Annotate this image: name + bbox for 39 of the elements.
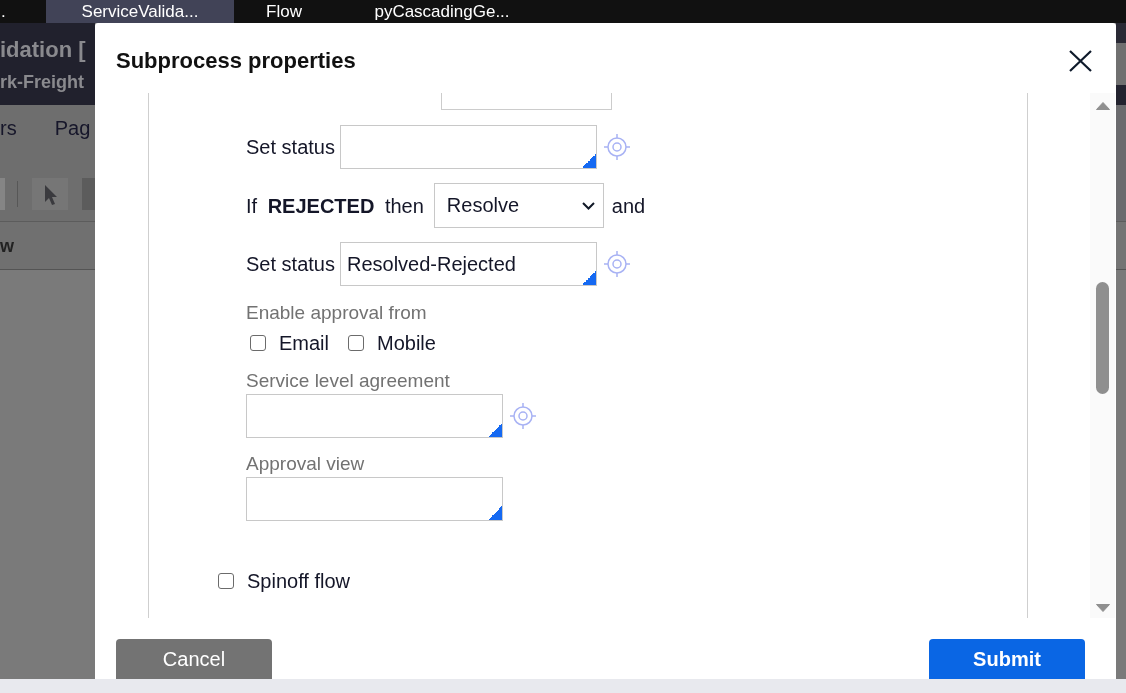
text-field[interactable]: Resolved-Rejected (339, 242, 597, 286)
checkbox[interactable] (250, 335, 266, 351)
group-label: Enable approval from (246, 301, 427, 325)
field-label: Approval view (246, 452, 365, 476)
checkbox-label[interactable]: Spinoff flow (247, 569, 351, 593)
submit-button[interactable]: Submit (929, 639, 1085, 679)
close-button[interactable] (1069, 50, 1092, 72)
down-arrow-icon[interactable] (1095, 604, 1110, 612)
up-arrow-icon[interactable] (1095, 102, 1110, 110)
checkbox-label[interactable]: Email (279, 331, 329, 355)
target-icon[interactable] (603, 251, 630, 277)
tab[interactable]: . (0, 0, 46, 23)
text-field[interactable] (339, 125, 597, 169)
field-label: If REJECTED then (246, 193, 424, 218)
tab[interactable]: ServiceValida... (46, 0, 234, 23)
text-field[interactable] (246, 394, 503, 438)
chevron-down-icon (581, 201, 595, 210)
dropdown[interactable]: Resolve (433, 183, 604, 228)
checkbox-label[interactable]: Mobile (377, 331, 436, 355)
tab[interactable]: pyCascadingGe... (334, 0, 550, 23)
pointer-tool-icon[interactable] (32, 178, 68, 210)
scrollbar-thumb[interactable] (1096, 282, 1109, 394)
dropdown-field[interactable] (441, 93, 612, 110)
text-field[interactable] (246, 477, 503, 521)
tab[interactable]: Flow (234, 0, 334, 23)
field-label: Service level agreement (246, 369, 450, 393)
dialog-title: Subprocess properties (116, 47, 356, 75)
close-icon (1069, 50, 1092, 72)
column-header: w (0, 234, 14, 257)
checkbox[interactable] (218, 573, 234, 589)
page-title: idation [ (0, 37, 86, 63)
target-icon[interactable] (510, 403, 536, 429)
checkbox[interactable] (348, 335, 364, 351)
field-label: Set status (246, 252, 335, 276)
target-icon[interactable] (603, 134, 630, 160)
cancel-button[interactable]: Cancel (116, 639, 272, 679)
field-label: and (611, 193, 646, 218)
field-label: Set status (246, 135, 335, 159)
page-subtitle: rk-Freight (0, 71, 84, 93)
